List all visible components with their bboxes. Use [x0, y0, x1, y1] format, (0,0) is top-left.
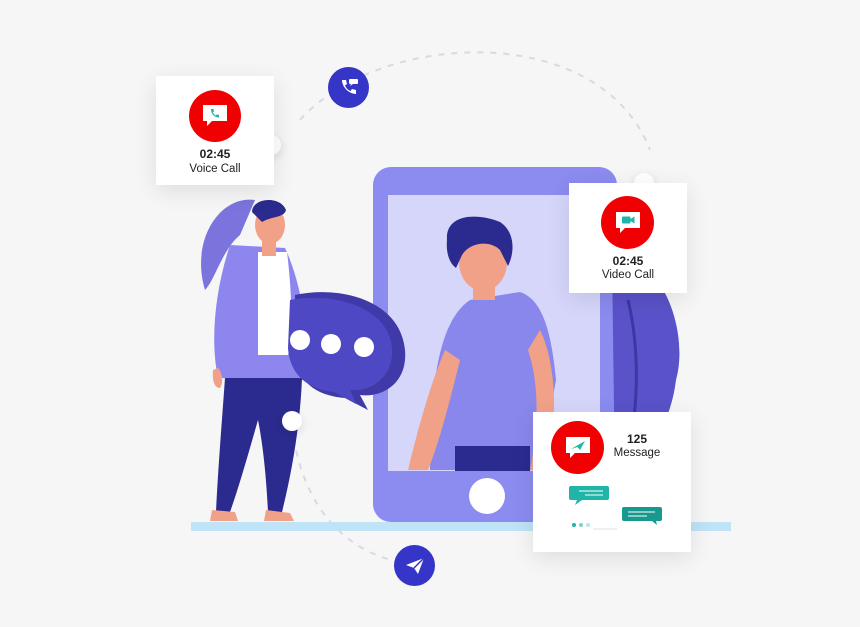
video-call-card[interactable]: 02:45 Video Call [569, 183, 687, 293]
illustration: 02:45 Voice Call 02:45 Video Call 125 Me… [0, 0, 860, 627]
video-chat-glyph [615, 211, 640, 233]
phone-transfer-glyph [341, 78, 358, 94]
scene-artwork [191, 51, 731, 563]
typing-dot-3 [586, 523, 590, 527]
woman-pants [216, 378, 302, 512]
woman-shoe-right [264, 510, 294, 521]
voice-call-time: 02:45 [199, 147, 231, 161]
connector-dot-woman [282, 411, 302, 431]
typing-dot-1 [572, 523, 576, 527]
message-label: Message [613, 447, 661, 459]
video-chat-icon [601, 196, 654, 249]
phone-chat-icon [189, 90, 241, 142]
woman-shirt [258, 252, 292, 355]
video-call-label: Video Call [601, 269, 655, 281]
chat-bubble-incoming [569, 486, 609, 500]
message-card[interactable]: 125 Message [533, 412, 691, 552]
chat-bubble-outgoing [622, 507, 662, 521]
speech-dot-1 [290, 330, 310, 350]
typing-dot-2 [579, 523, 583, 527]
send-chat-icon [551, 421, 604, 474]
voice-call-card[interactable]: 02:45 Voice Call [156, 76, 274, 185]
chat-thread-graphic [569, 486, 662, 530]
man-pants [455, 446, 530, 471]
phone-home-button [469, 478, 505, 514]
paper-plane-glyph [405, 556, 425, 574]
phone-chat-glyph [203, 105, 227, 126]
speech-dot-2 [321, 334, 341, 354]
voice-call-label: Voice Call [189, 163, 241, 175]
video-call-time: 02:45 [612, 254, 644, 268]
message-count: 125 [626, 432, 648, 446]
phone-transfer-icon [328, 67, 369, 108]
paper-plane-icon [394, 545, 435, 586]
speech-dot-3 [354, 337, 374, 357]
woman-shoe-left [210, 510, 238, 521]
send-chat-glyph [565, 436, 590, 458]
